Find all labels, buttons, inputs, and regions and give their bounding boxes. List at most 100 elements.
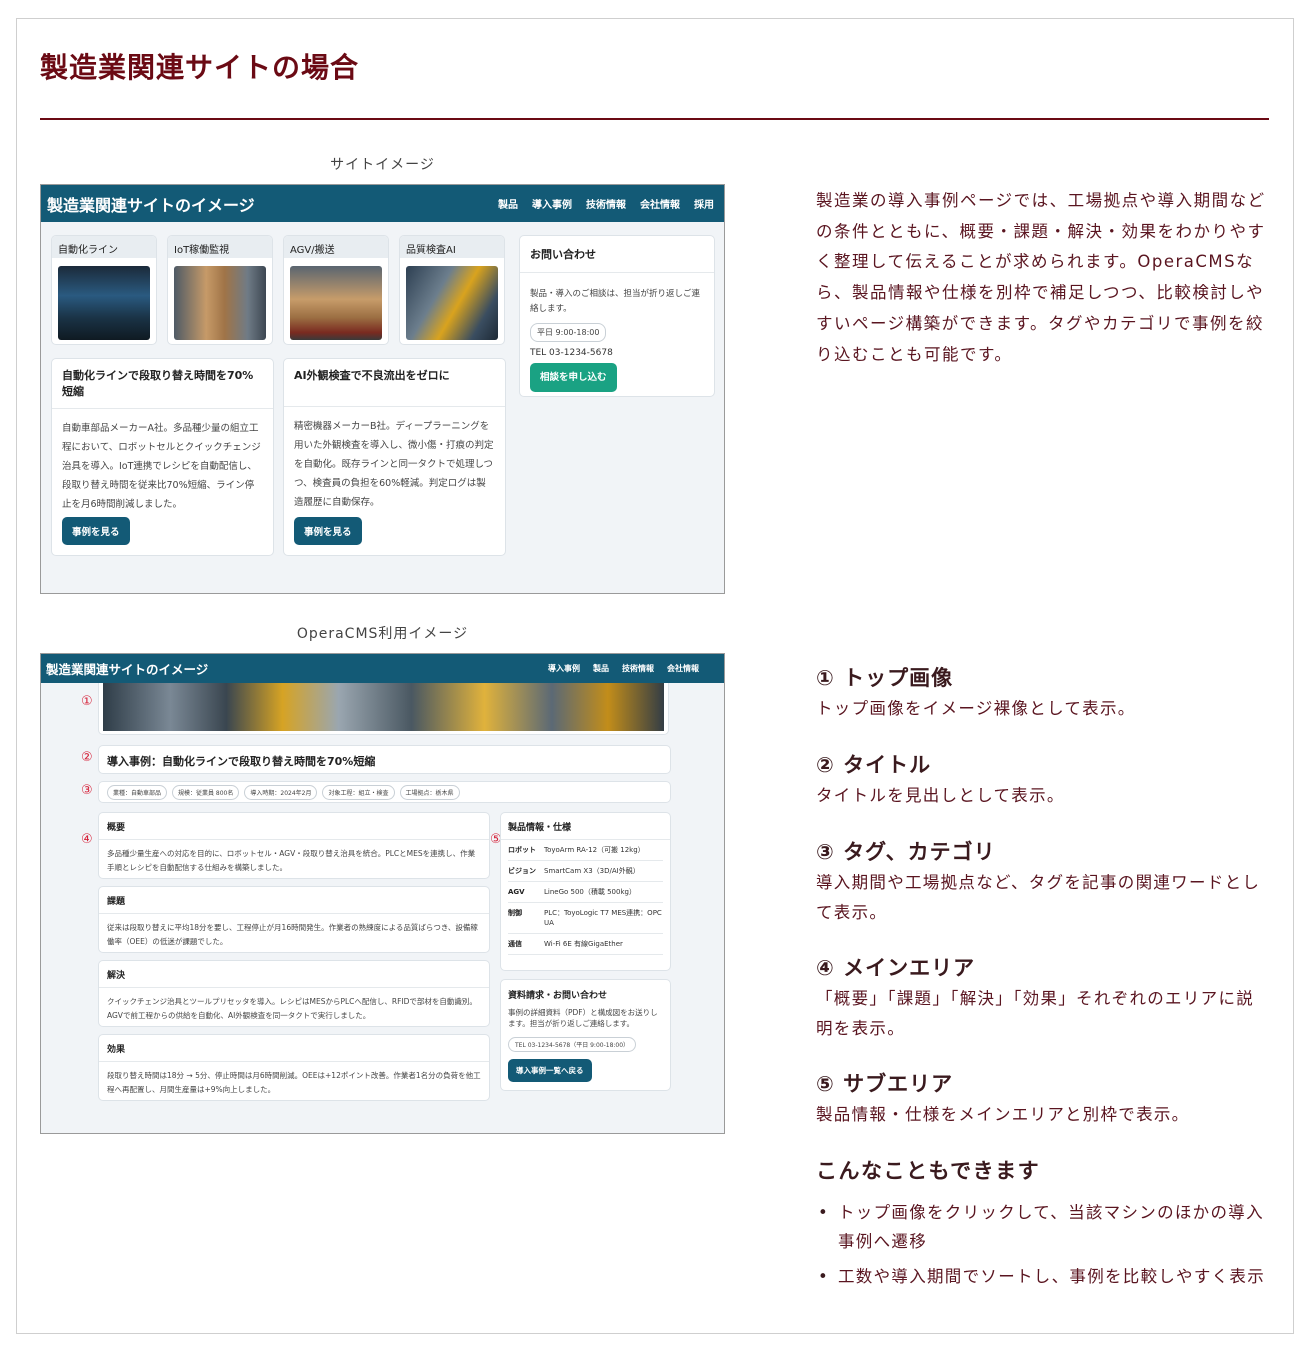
view-case-button[interactable]: 事例を見る [62, 517, 130, 545]
spec-row: ビジョン SmartCam X3（3D/AI外観） [508, 861, 663, 882]
case-card-2: AI外観検査で不良流出をゼロに 精密機器メーカーB社。ディープラーニングを用いた… [283, 358, 506, 556]
section-problem: 課題 従来は段取り替えに平均18分を要し、工程停止が月16時間発生。作業者の熟練… [98, 886, 490, 953]
tag-factory[interactable]: 工場拠点：栃木県 [399, 784, 460, 800]
section-text: 従来は段取り替えに平均18分を要し、工程停止が月16時間発生。作業者の熟練度によ… [107, 923, 478, 946]
nav-link-cases[interactable]: 導入事例 [532, 196, 572, 211]
tag-process[interactable]: 対象工程：組立・検査 [322, 784, 395, 800]
feature-heading: ⑤ サブエリア [816, 1072, 954, 1096]
list-item: 工数や導入期間でソートし、事例を比較しやすく表示 [816, 1262, 1271, 1291]
section-result: 効果 段取り替え時間は18分 → 5分、停止時間は月6時間削減。OEEは+12ポ… [98, 1034, 490, 1101]
cms-brand[interactable]: 製造業関連サイトのイメージ [46, 659, 548, 678]
more-features-heading: こんなこともできます [816, 1159, 1041, 1183]
nav-link-company[interactable]: 会社情報 [640, 196, 680, 211]
feature-top-image: ① トップ画像 トップ画像をイメージ裸像として表示。 [816, 662, 1271, 724]
marker-3: ③ [81, 783, 93, 798]
category-tile-image [174, 266, 266, 340]
section-text: 段取り替え時間は18分 → 5分、停止時間は月6時間削減。OEEは+12ポイント… [107, 1071, 481, 1094]
category-tile-image [406, 266, 498, 340]
nav-link-recruit[interactable]: 採用 [694, 196, 714, 211]
contact-text: 製品・導入のご相談は、担当が折り返しご連絡します。 [530, 289, 701, 314]
contact-phone: TEL 03-1234-5678 [530, 348, 613, 358]
tag-industry[interactable]: 業種：自動車部品 [107, 784, 168, 800]
spec-key: ロボット [508, 846, 536, 854]
feature-tags: ③ タグ、カテゴリ 導入期間や工場拠点など、タグを記事の関連ワードとして表示。 [816, 836, 1271, 928]
site-navbar: 製造業関連サイトのイメージ 製品 導入事例 技術情報 会社情報 採用 [41, 185, 724, 222]
spec-row: ロボット ToyoArm RA-12（可搬 12kg） [508, 840, 663, 861]
tag-scale[interactable]: 規模：従業員 800名 [172, 784, 240, 800]
category-tile-qc[interactable]: 品質検査AI [399, 235, 505, 345]
site-nav-links: 製品 導入事例 技術情報 会社情報 採用 [498, 196, 714, 211]
page-title: 製造業関連サイトの場合 [40, 51, 360, 84]
contact-title: お問い合わせ [520, 236, 714, 273]
feature-heading: ② タイトル [816, 753, 932, 777]
nav-link-products[interactable]: 製品 [593, 663, 609, 674]
feature-text: 「概要」「課題」「解決」「効果」それぞれのエリアに説明を表示。 [816, 989, 1255, 1038]
cms-image-screenshot: 製造業関連サイトのイメージ 導入事例 製品 技術情報 会社情報 ① ② ③ ④ … [40, 653, 725, 1134]
section-heading: 解決 [99, 961, 489, 988]
section-heading: 概要 [99, 813, 489, 840]
site-brand[interactable]: 製造業関連サイトのイメージ [47, 192, 498, 216]
feature-title: ② タイトル タイトルを見出しとして表示。 [816, 749, 1271, 811]
feature-sub-area: ⑤ サブエリア 製品情報・仕様をメインエリアと別枠で表示。 [816, 1068, 1271, 1130]
site-image-screenshot: 製造業関連サイトのイメージ 製品 導入事例 技術情報 会社情報 採用 自動化ライ… [40, 184, 725, 594]
section-heading: 効果 [99, 1035, 489, 1062]
category-tile-image [58, 266, 150, 340]
category-tile-agv[interactable]: AGV/搬送 [283, 235, 389, 345]
case-card-title: AI外観検査で不良流出をゼロに [284, 359, 505, 407]
nav-link-products[interactable]: 製品 [498, 196, 518, 211]
category-tile-label: AGV/搬送 [284, 236, 388, 258]
business-hours-badge: 平日 9:00-18:00 [530, 323, 607, 342]
feature-heading: ① トップ画像 [816, 666, 954, 690]
tag-list: 業種：自動車部品 規模：従業員 800名 導入時期：2024年2月 対象工程：組… [98, 781, 671, 803]
tag-period[interactable]: 導入時期：2024年2月 [244, 784, 318, 800]
nav-link-cases[interactable]: 導入事例 [548, 663, 580, 674]
case-card-title: 自動化ラインで段取り替え時間を70%短縮 [52, 359, 273, 409]
site-image-caption: サイトイメージ [330, 157, 435, 173]
spec-value: PLC：ToyoLogic T7 MES連携：OPC UA [544, 909, 662, 927]
feature-text: 製品情報・仕様をメインエリアと別枠で表示。 [816, 1105, 1190, 1124]
spec-value: ToyoArm RA-12（可搬 12kg） [544, 846, 645, 854]
marker-2: ② [81, 750, 93, 765]
contact-card: お問い合わせ 製品・導入のご相談は、担当が折り返しご連絡します。 平日 9:00… [519, 235, 715, 397]
list-item: トップ画像をクリックして、当該マシンのほかの導入事例へ遷移 [816, 1198, 1271, 1256]
spec-row: 制御 PLC：ToyoLogic T7 MES連携：OPC UA [508, 903, 663, 934]
category-tile-iot[interactable]: IoT稼働監視 [167, 235, 273, 345]
title-divider [40, 118, 1269, 120]
nav-link-tech[interactable]: 技術情報 [622, 663, 654, 674]
request-phone-badge: TEL 03-1234-5678（平日 9:00-18:00） [508, 1037, 637, 1052]
feature-text: タイトルを見出しとして表示。 [816, 786, 1065, 805]
marker-1: ① [81, 694, 93, 709]
case-card-body: 自動車部品メーカーA社。多品種少量の組立工程において、ロボットセルとクイックチェ… [62, 423, 261, 510]
section-heading: 課題 [99, 887, 489, 914]
spec-key: 通信 [508, 940, 522, 948]
spec-value: SmartCam X3（3D/AI外観） [544, 867, 640, 875]
request-panel: 資料請求・お問い合わせ 事例の詳細資料（PDF）と構成図をお送りします。担当が折… [500, 979, 671, 1091]
request-title: 資料請求・お問い合わせ [508, 991, 608, 1001]
cms-nav-links: 導入事例 製品 技術情報 会社情報 [548, 663, 699, 674]
request-text: 事例の詳細資料（PDF）と構成図をお送りします。担当が折り返しご連絡します。 [508, 1008, 658, 1028]
view-case-button[interactable]: 事例を見る [294, 517, 362, 545]
feature-heading: ④ メインエリア [816, 956, 976, 980]
category-tile-label: 品質検査AI [400, 236, 504, 258]
case-card-body: 精密機器メーカーB社。ディープラーニングを用いた外観検査を導入し、微小傷・打痕の… [294, 421, 494, 508]
spec-row: AGV LineGo 500（積載 500kg） [508, 882, 663, 903]
section-text: 多品種少量生産への対応を目的に、ロボットセル・AGV・段取り替え治具を統合。PL… [107, 849, 476, 872]
section-overview: 概要 多品種少量生産への対応を目的に、ロボットセル・AGV・段取り替え治具を統合… [98, 812, 490, 879]
category-tile-automation[interactable]: 自動化ライン [51, 235, 157, 345]
spec-key: 制御 [508, 909, 522, 917]
nav-link-tech[interactable]: 技術情報 [586, 196, 626, 211]
marker-4: ④ [81, 832, 93, 847]
spec-key: AGV [508, 888, 525, 896]
spec-row: 通信 Wi-Fi 6E 有線GigaEther [508, 934, 663, 955]
section-text: クイックチェンジ治具とツールプリセッタを導入。レシピはMESからPLCへ配信し、… [107, 997, 477, 1020]
spec-value: Wi-Fi 6E 有線GigaEther [544, 940, 623, 948]
spec-panel: 製品情報・仕様 ロボット ToyoArm RA-12（可搬 12kg） ビジョン S… [500, 812, 671, 971]
consult-button[interactable]: 相談を申し込む [530, 363, 617, 392]
spec-title: 製品情報・仕様 [501, 813, 670, 840]
cms-navbar: 製造業関連サイトのイメージ 導入事例 製品 技術情報 会社情報 [41, 654, 724, 683]
spec-key: ビジョン [508, 867, 536, 875]
top-image[interactable] [98, 683, 669, 735]
back-to-cases-button[interactable]: 導入事例一覧へ戻る [508, 1059, 592, 1082]
nav-link-company[interactable]: 会社情報 [667, 663, 699, 674]
hero-photo [103, 683, 664, 731]
